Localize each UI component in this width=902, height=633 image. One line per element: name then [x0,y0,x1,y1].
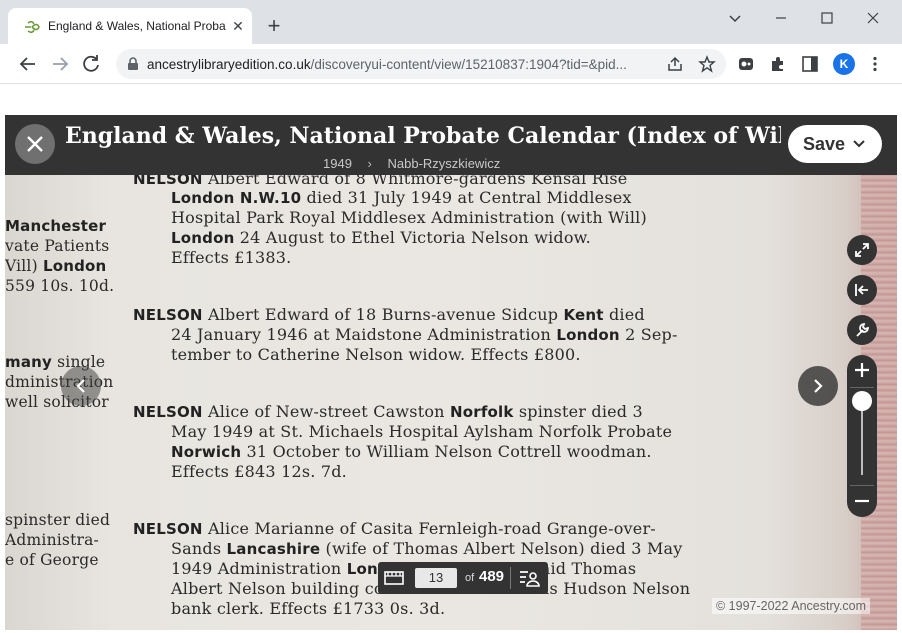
maximize-button[interactable] [804,6,850,32]
collapse-panel-icon [855,284,868,296]
tools-button[interactable] [847,315,877,345]
profile-avatar[interactable]: K [833,53,855,75]
record-line: NELSON Alice Marianne of Casita Fernleig… [133,519,656,538]
window-close-button[interactable] [850,6,896,32]
record-line: bank clerk. Effects £1733 0s. 3d. [171,599,446,618]
zoom-divider [850,387,874,388]
tab-close-icon[interactable]: ✕ [230,18,246,34]
record-line: 24 January 1946 at Maidstone Administrat… [171,325,678,344]
tab-title: England & Wales, National Probate Calend… [48,19,226,33]
sidepanel-icon[interactable] [801,55,819,73]
save-button[interactable]: Save [788,125,882,163]
browser-toolbar: ancestrylibraryedition.co.uk/discoveryui… [0,44,902,84]
zoom-slider-handle[interactable] [852,390,872,411]
wrench-icon [856,323,869,337]
window-frame [0,84,5,633]
zoom-in-icon[interactable] [854,362,870,378]
previous-image-button[interactable] [61,366,101,406]
breadcrumb: 1949 › Nabb-Rzyszkiewicz [323,155,500,171]
next-image-button[interactable] [798,366,838,406]
record-line: NELSON Albert Edward of 18 Burns-avenue … [133,305,645,324]
close-icon [867,12,879,24]
record-line: tember to Catherine Nelson widow. Effect… [171,345,581,364]
chevron-right-icon [814,379,823,393]
forward-arrow-icon[interactable] [48,52,72,76]
pager-divider [510,567,511,589]
page-number-input[interactable]: 13 [415,568,457,588]
left-fragment: e of George [5,551,99,569]
breadcrumb-year[interactable]: 1949 [323,156,352,171]
save-label: Save [803,134,846,154]
url-text[interactable]: ancestrylibraryedition.co.uk/discoveryui… [147,57,667,72]
chevron-left-icon [76,379,85,393]
record-line: Effects £1383. [171,248,292,267]
reload-icon[interactable] [79,52,103,76]
browser-tab[interactable]: England & Wales, National Probate Calend… [8,8,252,44]
window-frame [897,84,902,633]
chevron-down-icon [853,140,865,148]
left-fragment: Administra- [5,531,99,549]
chevron-down-icon [729,15,741,23]
record-line: NELSON Alice of New-street Cawston Norfo… [133,402,643,421]
fullscreen-button[interactable] [847,235,877,265]
share-icon[interactable] [666,55,684,73]
record-line: May 1949 at St. Michaels Hospital Aylsha… [171,422,673,441]
close-icon [27,136,43,152]
maximize-icon [821,12,833,24]
puzzle-icon[interactable] [769,55,787,73]
kebab-menu-icon[interactable] [866,55,884,73]
copyright-notice: © 1997-2022 Ancestry.com [712,598,871,614]
record-line: Hospital Park Royal Middlesex Administra… [171,208,647,227]
fit-width-button[interactable] [847,275,877,305]
record-line: Norwich 31 October to William Nelson Cot… [171,442,652,461]
expand-icon [855,243,869,257]
filmstrip-icon[interactable] [384,569,404,587]
record-title: England & Wales, National Probate Calend… [65,123,781,149]
page-top-area [5,84,897,115]
left-fragment: spinster died [5,511,111,529]
star-icon[interactable] [698,55,716,73]
ancestry-leaf-icon [25,20,40,34]
left-fragment: vate Patients [5,237,110,255]
index-person-icon[interactable] [518,568,540,588]
record-line: Sands Lancashire (wife of Thomas Albert … [171,539,683,558]
left-fragment: Manchester [5,217,107,235]
tab-search-button[interactable] [712,6,758,32]
breadcrumb-range[interactable]: Nabb-Rzyszkiewicz [388,156,501,171]
total-pages: 489 [479,568,505,585]
record-line: Effects £843 12s. 7d. [171,462,347,481]
url-path: /discoveryui-content/view/15210837:1904?… [310,57,627,72]
address-bar[interactable]: ancestrylibraryedition.co.uk/discoveryui… [116,49,726,79]
url-host: ancestrylibraryedition.co.uk [147,57,311,72]
viewer-header: England & Wales, National Probate Calend… [5,115,897,175]
left-fragment: 559 10s. 10d. [5,277,115,295]
zoom-control [847,355,877,517]
left-fragment: Vill) London [5,257,107,275]
image-pager: 13 of 489 [378,562,548,594]
breadcrumb-separator: › [367,156,372,172]
minimize-button[interactable] [758,6,804,32]
new-tab-button[interactable]: + [262,15,286,39]
minimize-icon [776,17,786,19]
tab-strip: England & Wales, National Probate Calend… [0,0,902,44]
lock-icon[interactable] [127,57,139,71]
extension-icon[interactable] [737,55,755,73]
back-arrow-icon[interactable] [16,52,40,76]
record-line: London 24 August to Ethel Victoria Nelso… [171,228,591,247]
zoom-out-icon[interactable] [854,493,870,509]
zoom-divider [850,485,874,486]
page-of-label: of [465,572,475,584]
image-viewer: Manchester vate Patients Vill) London 55… [5,115,897,630]
close-viewer-button[interactable] [15,124,55,164]
record-line: London N.W.10 died 31 July 1949 at Centr… [171,188,632,207]
